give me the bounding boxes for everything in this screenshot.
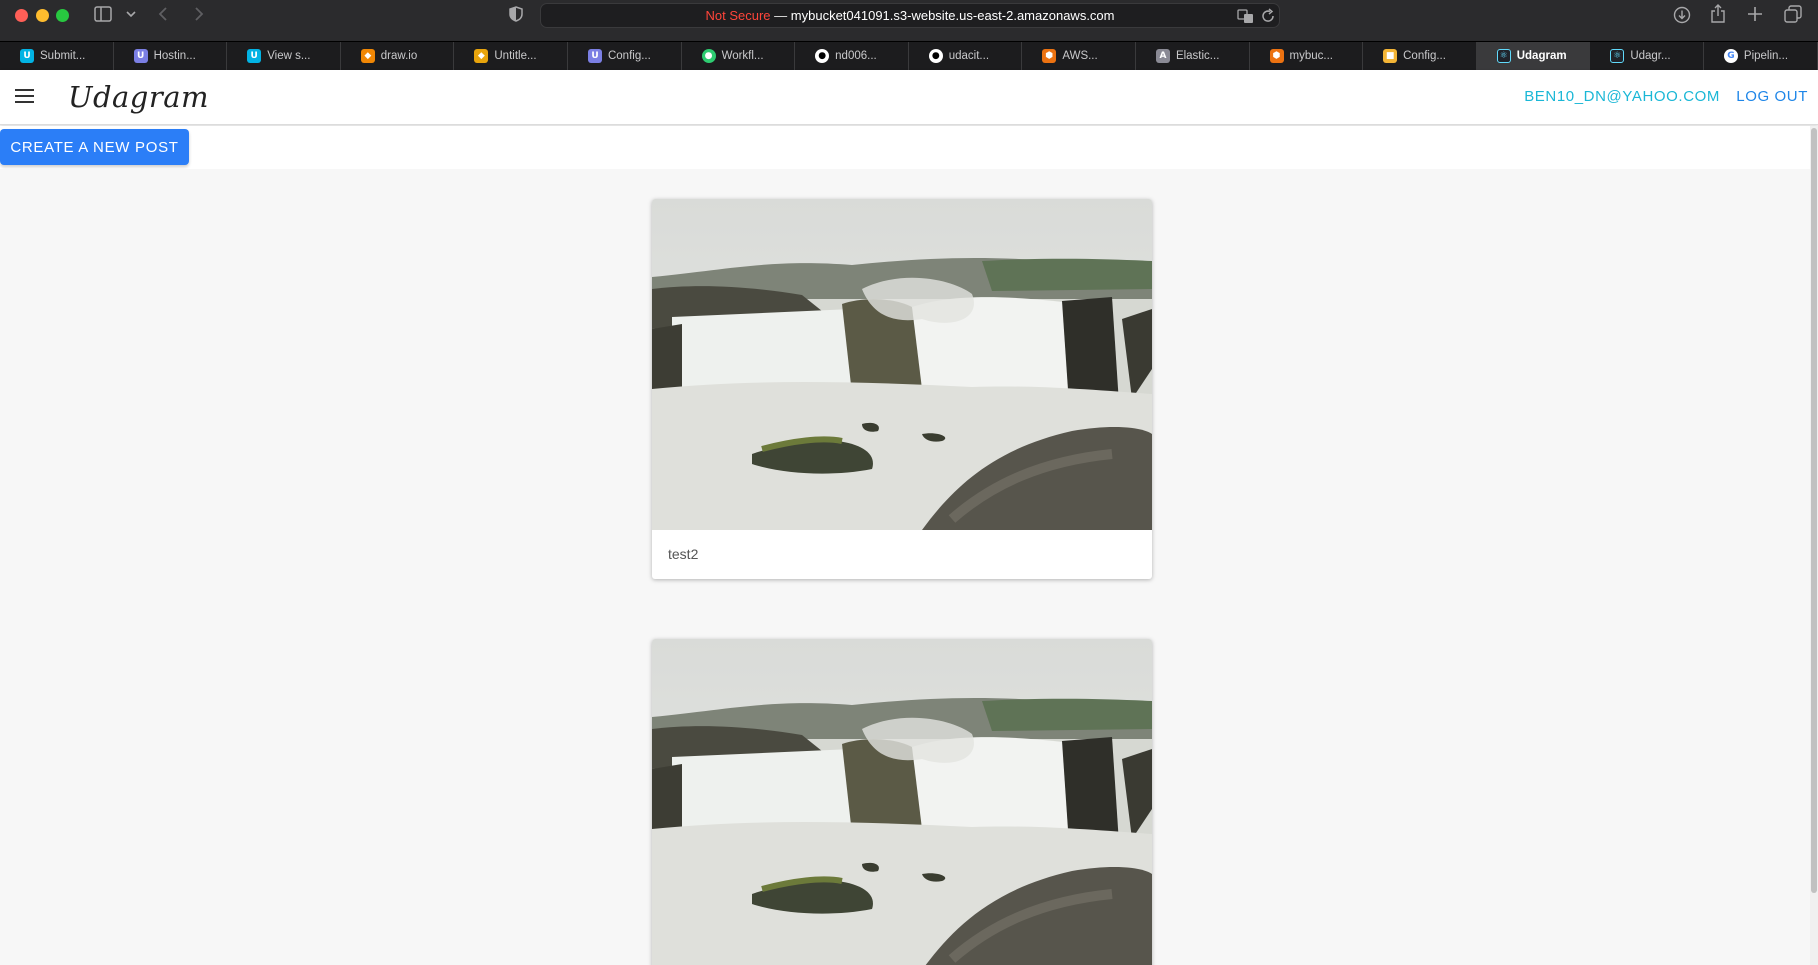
not-secure-label: Not Secure: [705, 8, 771, 23]
browser-tab[interactable]: ⬢ mybuc...: [1250, 42, 1364, 70]
browser-tab[interactable]: G Pipelin...: [1704, 42, 1818, 70]
app-logo[interactable]: Udagram: [68, 80, 209, 114]
page-scrollbar[interactable]: [1810, 126, 1818, 965]
minimize-window-button[interactable]: [36, 9, 49, 22]
tab-label: udacit...: [948, 50, 990, 62]
letter-a-icon: A: [1155, 49, 1170, 63]
tab-overview-icon[interactable]: [1784, 5, 1802, 23]
waterfall-photo: [652, 199, 1152, 530]
menu-icon[interactable]: [15, 89, 34, 104]
tab-label: Config...: [1403, 50, 1446, 62]
url-separator: —: [770, 8, 791, 23]
browser-tab[interactable]: ● nd006...: [795, 42, 909, 70]
shield-icon[interactable]: [509, 6, 523, 22]
reload-icon[interactable]: [1261, 8, 1275, 24]
drawio-icon: ◆: [474, 49, 489, 63]
browser-tab-active[interactable]: ⚛ Udagram: [1476, 42, 1591, 70]
post-caption: test2: [668, 546, 699, 562]
fullscreen-window-button[interactable]: [56, 9, 69, 22]
tab-label: Untitle...: [494, 50, 537, 62]
react-icon: ⚛: [1496, 49, 1511, 63]
aws-icon: ⬢: [1042, 49, 1057, 63]
github-icon: ●: [928, 49, 943, 63]
logout-link[interactable]: LOG OUT: [1736, 88, 1808, 105]
tab-label: Hostin...: [153, 50, 196, 62]
create-post-button[interactable]: CREATE A NEW POST: [0, 129, 189, 165]
browser-tab[interactable]: ● Workfl...: [682, 42, 796, 70]
tab-label: Workfl...: [721, 50, 764, 62]
tab-label: View s...: [267, 50, 311, 62]
udacity-icon: U: [20, 49, 34, 63]
forward-icon[interactable]: [194, 6, 204, 22]
browser-tab[interactable]: ⬢ AWS...: [1022, 42, 1136, 70]
chevron-down-icon[interactable]: [126, 10, 136, 18]
tab-bar: U Submit... U Hostin... U View s... ◆ draw.i…: [0, 41, 1818, 70]
browser-tab[interactable]: ◆ draw.io: [341, 42, 455, 70]
browser-tab[interactable]: U Hostin...: [114, 42, 228, 70]
waterfall-photo: [652, 639, 1152, 965]
tab-label: AWS...: [1062, 50, 1098, 62]
circleci-icon: ●: [701, 49, 716, 63]
tab-label: Udagr...: [1630, 50, 1671, 62]
address-text: Not Secure — mybucket041091.s3-website.u…: [541, 8, 1279, 23]
browser-toolbar: Not Secure — mybucket041091.s3-website.u…: [0, 0, 1818, 41]
tab-label: Config...: [607, 50, 651, 62]
github-icon: ●: [815, 49, 830, 63]
browser-tab[interactable]: ■ Config...: [1363, 42, 1477, 70]
drawio-icon: ◆: [360, 49, 375, 63]
address-bar[interactable]: Not Secure — mybucket041091.s3-website.u…: [540, 3, 1280, 28]
browser-tab[interactable]: ◆ Untitle...: [454, 42, 568, 70]
tab-label: Pipelin...: [1743, 50, 1789, 62]
sidebar-icon[interactable]: [94, 6, 112, 22]
aws-icon: ⬢: [1269, 49, 1284, 63]
tab-label: Submit...: [40, 50, 86, 62]
tab-label: nd006...: [835, 50, 877, 62]
scrollbar-thumb[interactable]: [1811, 128, 1817, 893]
browser-tab[interactable]: U View s...: [227, 42, 341, 70]
share-icon[interactable]: [1710, 4, 1726, 24]
url-host: mybucket041091.s3-website.us-east-2.amaz…: [790, 8, 1115, 23]
udacity-icon: U: [587, 49, 602, 63]
browser-tab[interactable]: ● udacit...: [909, 42, 1023, 70]
download-icon[interactable]: [1673, 6, 1691, 24]
tab-label: draw.io: [380, 50, 418, 62]
tab-label: Udagram: [1516, 50, 1567, 62]
post-card[interactable]: test2: [652, 199, 1152, 579]
post-feed: test2: [0, 169, 1810, 965]
post-card[interactable]: [652, 639, 1152, 965]
google-icon: G: [1723, 49, 1738, 63]
tab-label: Elastic...: [1175, 50, 1220, 62]
udacity-icon: U: [133, 49, 148, 63]
post-toolbar: CREATE A NEW POST: [0, 126, 1812, 169]
close-window-button[interactable]: [15, 9, 28, 22]
tab-label: mybuc...: [1289, 50, 1333, 62]
browser-tab[interactable]: U Submit...: [0, 42, 114, 70]
user-email-link[interactable]: BEN10_DN@YAHOO.COM: [1524, 88, 1720, 105]
back-icon[interactable]: [158, 6, 168, 22]
udacity-icon: U: [247, 49, 262, 63]
browser-tab[interactable]: A Elastic...: [1136, 42, 1250, 70]
translate-icon[interactable]: [1237, 8, 1255, 24]
react-icon: ⚛: [1610, 49, 1625, 63]
package-icon: ■: [1383, 49, 1398, 63]
app-header: Udagram BEN10_DN@YAHOO.COM LOG OUT: [0, 70, 1818, 125]
new-tab-icon[interactable]: [1747, 6, 1763, 22]
browser-tab[interactable]: U Config...: [568, 42, 682, 70]
browser-tab[interactable]: ⚛ Udagr...: [1590, 42, 1704, 70]
